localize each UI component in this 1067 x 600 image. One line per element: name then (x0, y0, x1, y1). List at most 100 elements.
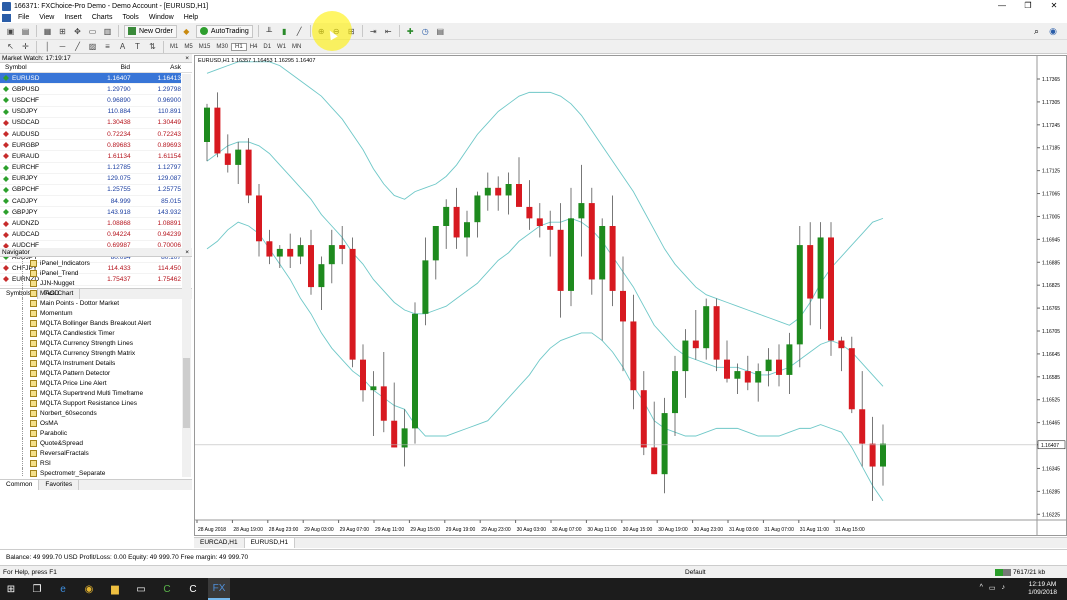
start-icon[interactable]: ⊞ (0, 578, 22, 600)
channel-icon[interactable]: ▨ (86, 41, 99, 53)
timeframe-h1[interactable]: H1 (231, 42, 247, 51)
camtasia-recorder-icon[interactable]: C (182, 578, 204, 600)
file-explorer-icon[interactable]: ▆ (104, 578, 126, 600)
navigator-item[interactable]: Momentum (0, 308, 182, 318)
minimize-button[interactable]: — (989, 0, 1015, 12)
arrows-icon[interactable]: ⇅ (146, 41, 159, 53)
scrollbar-thumb[interactable] (183, 358, 190, 428)
quote-row[interactable]: USDCAD 1.30438 1.30449 (0, 118, 181, 129)
terminal-icon[interactable]: ▭ (86, 25, 99, 37)
tab-favorites[interactable]: Favorites (39, 480, 80, 490)
vertical-line-icon[interactable]: │ (41, 41, 54, 53)
quote-row[interactable]: EURJPY 129.075 129.087 (0, 174, 181, 185)
metaeditor-icon[interactable]: ◆ (180, 25, 193, 37)
clock[interactable]: 12:19 AM 1/09/2018 (1028, 581, 1057, 597)
quote-row[interactable]: GBPUSD 1.29790 1.29798 (0, 84, 181, 96)
navigator-item[interactable]: iPanel_Indicators (0, 258, 182, 268)
quote-row[interactable]: CADJPY 84.999 85.015 (0, 196, 181, 208)
navigator-item[interactable]: RSI (0, 458, 182, 468)
navigator-item[interactable]: MQLTA Candlestick Timer (0, 328, 182, 338)
close-button[interactable]: ✕ (1041, 0, 1067, 12)
navigator-item[interactable]: Norbert_60seconds (0, 408, 182, 418)
chart-shift-icon[interactable]: ⇥ (367, 25, 380, 37)
maximize-button[interactable]: ❐ (1015, 0, 1041, 12)
navigator-item[interactable]: JJN-Nugget (0, 278, 182, 288)
tab-eurusd-h1[interactable]: EURUSD,H1 (244, 538, 296, 548)
navigator-item[interactable]: Main Points - Dottor Market (0, 298, 182, 308)
navigator-item[interactable]: MQLTA Currency Strength Lines (0, 338, 182, 348)
panel-close-icon[interactable]: × (185, 55, 192, 62)
fibonacci-icon[interactable]: ≡ (101, 41, 114, 53)
task-view-icon[interactable]: ❐ (26, 578, 48, 600)
column-bid[interactable]: Bid (80, 64, 130, 71)
app-icon[interactable]: ▭ (130, 578, 152, 600)
timeframe-w1[interactable]: W1 (274, 44, 289, 50)
cursor-icon[interactable]: ↖ (4, 41, 17, 53)
autotrading-button[interactable]: AutoTrading (195, 24, 253, 38)
new-chart-icon[interactable]: ▣ (4, 25, 17, 37)
menu-view[interactable]: View (34, 14, 59, 21)
network-icon[interactable]: ▭ (989, 584, 996, 592)
volume-icon[interactable]: ♪ (1002, 584, 1006, 592)
menu-file[interactable]: File (13, 14, 34, 21)
tab-common[interactable]: Common (0, 480, 40, 490)
indicators-icon[interactable]: ✚ (404, 25, 417, 37)
tray-arrow-icon[interactable]: ^ (980, 584, 983, 592)
trendline-icon[interactable]: ╱ (71, 41, 84, 53)
quote-row[interactable]: EURGBP 0.89683 0.89693 (0, 140, 181, 152)
data-window-icon[interactable]: ⊞ (56, 25, 69, 37)
auto-scroll-icon[interactable]: ⇤ (382, 25, 395, 37)
candlestick-icon[interactable]: ▮ (278, 25, 291, 37)
timeframe-d1[interactable]: D1 (260, 44, 274, 50)
quote-row[interactable]: USDJPY 110.884 110.891 (0, 107, 181, 118)
profiles-icon[interactable]: ▤ (19, 25, 32, 37)
navigator-item[interactable]: OsMA (0, 418, 182, 428)
navigator-item[interactable]: MQLTA Bollinger Bands Breakout Alert (0, 318, 182, 328)
new-order-button[interactable]: New Order (124, 24, 177, 38)
timeframe-m1[interactable]: M1 (167, 44, 181, 50)
menu-tools[interactable]: Tools (117, 14, 143, 21)
timeframe-m30[interactable]: M30 (213, 44, 231, 50)
text-icon[interactable]: A (116, 41, 129, 53)
quote-row[interactable]: EURAUD 1.61134 1.61154 (0, 151, 181, 163)
crosshair-icon[interactable]: ✛ (19, 41, 32, 53)
column-symbol[interactable]: Symbol (0, 64, 80, 71)
line-chart-icon[interactable]: ╱ (293, 25, 306, 37)
quote-row[interactable]: EURUSD 1.16407 1.16413 (0, 73, 181, 85)
quote-row[interactable]: GBPJPY 143.918 143.932 (0, 207, 181, 219)
navigator-item[interactable]: MQLTA Support Resistance Lines (0, 398, 182, 408)
navigator-item[interactable]: MQLTA Supertrend Multi Timeframe (0, 388, 182, 398)
timeframe-h4[interactable]: H4 (247, 44, 261, 50)
navigator-item[interactable]: iPanel_Trend (0, 268, 182, 278)
periods-icon[interactable]: ◷ (419, 25, 432, 37)
panel-close-icon[interactable]: × (185, 249, 192, 256)
horizontal-line-icon[interactable]: ─ (56, 41, 69, 53)
navigator-item[interactable]: MQLTA Pattern Detector (0, 368, 182, 378)
timeframe-m5[interactable]: M5 (181, 44, 195, 50)
navigator-item[interactable]: MQLTA Currency Strength Matrix (0, 348, 182, 358)
chart-window[interactable]: 1.17365 1.17305 1.17245 1.17185 1.17125 1.170… (194, 55, 1067, 536)
timeframe-m15[interactable]: M15 (196, 44, 214, 50)
menu-insert[interactable]: Insert (59, 14, 87, 21)
column-ask[interactable]: Ask (130, 64, 181, 71)
navigator-item[interactable]: Parabolic (0, 428, 182, 438)
navigator-item[interactable]: ReversalFractals (0, 448, 182, 458)
quote-row[interactable]: AUDUSD 0.72234 0.72243 (0, 129, 181, 141)
navigator-scrollbar[interactable] (182, 258, 191, 477)
quote-row[interactable]: EURCHF 1.12785 1.12797 (0, 163, 181, 174)
templates-icon[interactable]: ▤ (434, 25, 447, 37)
quote-row[interactable]: AUDNZD 1.08868 1.08891 (0, 218, 181, 230)
menu-help[interactable]: Help (179, 14, 203, 21)
quote-row[interactable]: USDCHF 0.96890 0.96900 (0, 95, 181, 107)
metatrader-icon[interactable]: FX (208, 578, 230, 600)
chrome-icon[interactable]: ◉ (78, 578, 100, 600)
search-icon[interactable]: ⌕ (1034, 26, 1039, 37)
menu-window[interactable]: Window (144, 14, 179, 21)
camtasia-icon[interactable]: C (156, 578, 178, 600)
navigator-item[interactable]: MQLTA Instrument Details (0, 358, 182, 368)
strategy-tester-icon[interactable]: ▥ (101, 25, 114, 37)
menu-charts[interactable]: Charts (87, 14, 118, 21)
navigator-item[interactable]: MACD (0, 288, 182, 298)
label-icon[interactable]: T (131, 41, 144, 53)
edge-icon[interactable]: e (52, 578, 74, 600)
